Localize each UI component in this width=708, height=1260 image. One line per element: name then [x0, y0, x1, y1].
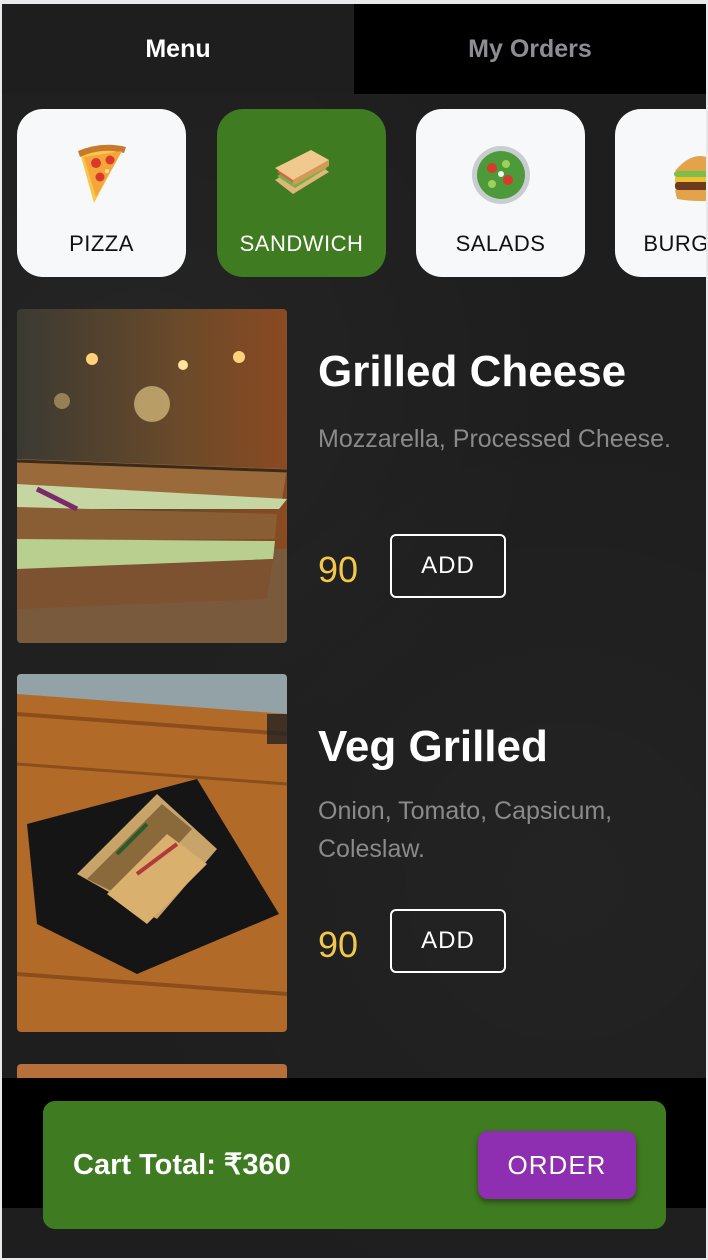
menu-item: Veg Grilled Onion, Tomato, Capsicum, Col… [17, 674, 706, 1034]
category-strip: PIZZA SANDWICH SALADS BURG [17, 109, 706, 279]
category-salads[interactable]: SALADS [416, 109, 585, 277]
category-label: PIZZA [69, 231, 134, 256]
category-sandwich[interactable]: SANDWICH [217, 109, 386, 277]
item-price: 90 [318, 549, 359, 590]
item-name: Veg Grilled [318, 722, 548, 771]
item-description: Mozzarella, Processed Cheese. [318, 425, 671, 453]
salad-icon [469, 143, 533, 207]
cart-total: Cart Total: ₹360 [73, 1149, 291, 1181]
item-price: 90 [318, 924, 359, 965]
menu-app: Menu My Orders PIZZA SANDWICH SALADS BUR… [2, 4, 706, 1258]
tab-bar: Menu My Orders [2, 4, 706, 94]
sandwich-icon [270, 143, 334, 207]
burger-icon [668, 143, 706, 207]
category-burgers[interactable]: BURGERS [615, 109, 706, 277]
menu-item: Grilled Cheese Mozzarella, Processed Che… [17, 309, 706, 645]
tab-menu[interactable]: Menu [2, 4, 354, 94]
menu-item-photo-partial [17, 1064, 287, 1078]
veg-grilled-photo [17, 674, 287, 1032]
add-button[interactable]: ADD [390, 909, 506, 973]
category-pizza[interactable]: PIZZA [17, 109, 186, 277]
grilled-cheese-photo [17, 309, 287, 643]
order-button[interactable]: ORDER [478, 1131, 636, 1199]
cart-summary: Cart Total: ₹360 ORDER [43, 1101, 666, 1229]
category-label: SALADS [455, 231, 546, 256]
category-label: SANDWICH [239, 231, 364, 256]
category-label: BURGERS [643, 231, 706, 256]
add-button[interactable]: ADD [390, 534, 506, 598]
item-name: Grilled Cheese [318, 347, 627, 396]
item-description: Onion, Tomato, Capsicum, Coleslaw. [318, 797, 613, 863]
tab-my-orders[interactable]: My Orders [354, 4, 706, 94]
pizza-icon [70, 143, 134, 207]
